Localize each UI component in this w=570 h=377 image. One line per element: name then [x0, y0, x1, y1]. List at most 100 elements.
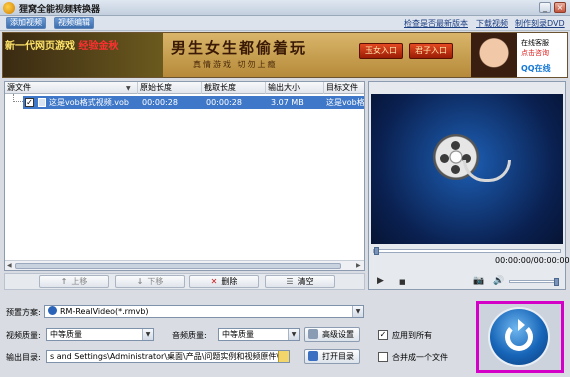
- banner-qq-service[interactable]: 在线客服 点击咨询 QQ在线: [517, 33, 567, 77]
- advanced-settings-label: 高级设置: [322, 330, 354, 339]
- banner-center: 男生女生都偷着玩 真情游戏 切勿上瘾 玉女入口 君子入口: [163, 33, 471, 77]
- reel-hole: [451, 141, 460, 150]
- check-update-link[interactable]: 检查是否最新版本: [404, 18, 468, 29]
- column-header-source[interactable]: 源文件: [5, 82, 138, 94]
- banner-left-panel: 新一代网页游戏 经验金秋: [3, 33, 163, 77]
- clear-list-icon: ☰: [286, 277, 294, 286]
- burn-dvd-link[interactable]: 制作刻录DVD: [515, 18, 565, 29]
- file-list-header: 源文件 ▼ 原始长度 截取长度 输出大小 目标文件: [5, 82, 364, 94]
- video-file-icon: [38, 98, 46, 107]
- realvideo-icon: [48, 306, 57, 315]
- video-preview-screen[interactable]: [371, 94, 563, 244]
- audio-quality-label: 音频质量:: [172, 331, 207, 340]
- file-list[interactable]: 源文件 ▼ 原始长度 截取长度 输出大小 目标文件 这是vob格式视频.vob …: [4, 81, 365, 271]
- qq-logo: QQ在线: [521, 64, 551, 73]
- delete-x-icon: ✕: [210, 277, 218, 286]
- apply-all-checkbox[interactable]: ✓: [378, 330, 388, 340]
- chevron-down-icon[interactable]: ▼: [352, 306, 363, 317]
- move-down-button[interactable]: ↓ 下移: [115, 275, 185, 288]
- add-video-button[interactable]: 添加视频: [6, 17, 46, 29]
- chevron-down-icon[interactable]: ▼: [142, 329, 153, 340]
- table-row[interactable]: 这是vob格式视频.vob 00:00:28 00:00:28 3.07 MB …: [23, 96, 364, 109]
- close-button[interactable]: ×: [554, 2, 566, 13]
- output-settings: 预置方案: RM-RealVideo(*.rmvb) ▼ 视频质量: 中等质量 …: [2, 304, 468, 374]
- seek-handle[interactable]: [374, 247, 379, 255]
- output-dir-field[interactable]: s and Settings\Administrator\桌面\产品\问题实例和…: [46, 350, 290, 363]
- arrow-down-icon: ↓: [136, 277, 144, 286]
- move-down-label: 下移: [147, 277, 164, 286]
- row-clip-length: 00:00:28: [206, 98, 242, 107]
- banner-character-image: [471, 33, 517, 77]
- scroll-left-icon[interactable]: ◀: [7, 262, 12, 269]
- row-original-length: 00:00:28: [142, 98, 178, 107]
- clear-label: 清空: [297, 277, 314, 286]
- app-logo-icon: [3, 2, 15, 14]
- volume-handle[interactable]: [554, 278, 559, 286]
- convert-highlight-frame: [476, 301, 564, 373]
- video-quality-label: 视频质量:: [6, 331, 41, 340]
- video-quality-select[interactable]: 中等质量 ▼: [46, 328, 154, 341]
- download-video-link[interactable]: 下载视频: [476, 18, 508, 29]
- volume-slider[interactable]: [509, 278, 559, 286]
- list-actions: ↑ 上移 ↓ 下移 ✕ 删除 ☰ 清空: [4, 273, 365, 290]
- banner-left-text: 新一代网页游戏 经验金秋: [5, 37, 118, 52]
- film-strip-icon: [463, 160, 511, 182]
- preview-player: 00:00:00/00:00:00 ▶ ■ 📷 🔊: [368, 81, 570, 290]
- advanced-settings-button[interactable]: 高级设置: [304, 327, 360, 342]
- row-file-name: 这是vob格式视频.vob: [49, 98, 129, 107]
- edit-video-button[interactable]: 视频编辑: [54, 17, 94, 29]
- apply-all-label: 应用到所有: [392, 331, 432, 340]
- camera-icon[interactable]: 📷: [473, 276, 484, 286]
- clear-button[interactable]: ☰ 清空: [265, 275, 335, 288]
- row-checkbox[interactable]: ✓: [25, 98, 34, 107]
- open-folder-icon: [308, 351, 318, 361]
- sort-arrow-icon: ▼: [126, 85, 131, 92]
- delete-button[interactable]: ✕ 删除: [189, 275, 259, 288]
- preset-label: 预置方案:: [6, 308, 41, 317]
- volume-icon[interactable]: 🔊: [493, 276, 504, 286]
- tree-line: [13, 94, 23, 102]
- tools-icon: [308, 329, 318, 339]
- scrollbar-thumb[interactable]: [15, 263, 341, 269]
- column-header-target[interactable]: 目标文件: [324, 82, 364, 94]
- column-header-clip-length[interactable]: 截取长度: [202, 82, 266, 94]
- banner-left-text-a: 新一代网页游戏: [5, 41, 75, 52]
- output-dir-value: s and Settings\Administrator\桌面\产品\问题实例和…: [50, 352, 290, 361]
- ad-banner[interactable]: 新一代网页游戏 经验金秋 男生女生都偷着玩 真情游戏 切勿上瘾 玉女入口 君子入…: [2, 32, 568, 78]
- open-folder-button[interactable]: 打开目录: [304, 349, 360, 364]
- stop-icon[interactable]: ■: [399, 278, 406, 286]
- qq-line-2: 点击咨询: [521, 49, 549, 57]
- audio-quality-value: 中等质量: [222, 330, 254, 339]
- column-header-output-size[interactable]: 输出大小: [266, 82, 324, 94]
- open-folder-label: 打开目录: [322, 352, 354, 361]
- qq-line-1: 在线客服: [521, 39, 549, 47]
- preset-value: RM-RealVideo(*.rmvb): [60, 307, 149, 316]
- preset-select[interactable]: RM-RealVideo(*.rmvb) ▼: [44, 305, 364, 318]
- banner-left-text-b: 经验金秋: [78, 41, 119, 52]
- move-up-label: 上移: [71, 277, 88, 286]
- delete-label: 删除: [221, 277, 238, 286]
- folder-icon[interactable]: [278, 351, 289, 362]
- video-quality-value: 中等质量: [50, 330, 82, 339]
- convert-button[interactable]: [488, 307, 550, 367]
- banner-slogan: 男生女生都偷着玩: [171, 39, 308, 57]
- audio-quality-select[interactable]: 中等质量 ▼: [218, 328, 300, 341]
- time-display: 00:00:00/00:00:00: [495, 256, 570, 265]
- banner-entry-1[interactable]: 玉女入口: [359, 43, 403, 59]
- reel-hole: [451, 165, 460, 174]
- scroll-right-icon[interactable]: ▶: [356, 262, 361, 269]
- horizontal-scrollbar[interactable]: ◀ ▶: [5, 260, 364, 270]
- seek-bar[interactable]: [373, 247, 561, 255]
- column-header-original-length[interactable]: 原始长度: [138, 82, 202, 94]
- move-up-button[interactable]: ↑ 上移: [39, 275, 109, 288]
- title-bar: 狸窝全能视频转换器 _ ×: [0, 0, 570, 16]
- banner-subtitle: 真情游戏 切勿上瘾: [193, 60, 278, 69]
- refresh-arrowhead-icon: [518, 319, 525, 331]
- minimize-button[interactable]: _: [539, 2, 551, 13]
- play-icon[interactable]: ▶: [377, 276, 384, 286]
- chevron-down-icon[interactable]: ▼: [288, 329, 299, 340]
- merge-checkbox[interactable]: [378, 352, 388, 362]
- row-output-size: 3.07 MB: [271, 98, 304, 107]
- merge-label: 合并成一个文件: [392, 353, 448, 362]
- banner-entry-2[interactable]: 君子入口: [409, 43, 453, 59]
